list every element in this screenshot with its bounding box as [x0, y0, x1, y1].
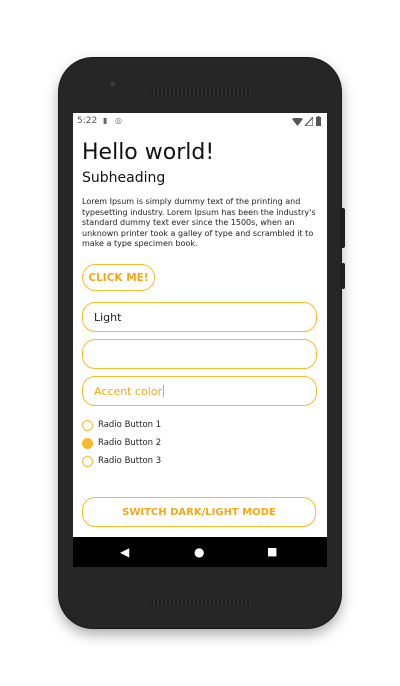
radio-label: Radio Button 2: [98, 438, 162, 448]
radio-button-1[interactable]: Radio Button 1: [82, 417, 161, 433]
sync-icon: ◎: [115, 116, 122, 125]
radio-label: Radio Button 1: [98, 420, 162, 430]
status-time: 5:22: [77, 116, 98, 126]
radio-button-2[interactable]: Radio Button 2: [82, 435, 161, 451]
theme-text-field[interactable]: Light: [82, 302, 317, 332]
bottom-speaker: [151, 599, 251, 606]
navigation-bar: ◀ ● ■: [73, 537, 327, 567]
subheading: Subheading: [82, 170, 166, 186]
power-button: [340, 263, 345, 289]
screen: 5:22 ▮ ◎ Hello world! Subheading Lorem I…: [73, 113, 327, 567]
text-cursor: [163, 385, 165, 397]
empty-text-field[interactable]: [82, 339, 317, 369]
radio-unchecked-icon: [82, 419, 93, 431]
recents-icon[interactable]: ■: [267, 544, 277, 560]
radio-label: Radio Button 3: [98, 456, 162, 466]
sd-card-icon: ▮: [103, 116, 108, 125]
battery-icon: [316, 116, 321, 126]
theme-text-value: Light: [94, 310, 122, 324]
click-me-button[interactable]: CLICK ME!: [82, 264, 155, 291]
accent-text-value: Accent color: [94, 384, 163, 398]
top-speaker: [151, 88, 251, 95]
body-text: Lorem Ipsum is simply dummy text of the …: [82, 197, 316, 248]
back-icon[interactable]: ◀: [120, 544, 129, 560]
volume-button: [340, 208, 345, 248]
page-title: Hello world!: [82, 140, 215, 165]
radio-button-3[interactable]: Radio Button 3: [82, 453, 161, 469]
wifi-icon: [292, 118, 303, 126]
radio-unchecked-icon: [82, 455, 93, 467]
home-icon[interactable]: ●: [194, 544, 204, 560]
switch-mode-button[interactable]: SWITCH DARK/LIGHT MODE: [82, 497, 316, 527]
status-bar: 5:22 ▮ ◎: [73, 113, 327, 131]
signal-icon: [305, 117, 313, 126]
radio-checked-icon: [82, 437, 93, 449]
front-camera-icon: [109, 80, 117, 88]
accent-text-field[interactable]: Accent color: [82, 376, 317, 406]
